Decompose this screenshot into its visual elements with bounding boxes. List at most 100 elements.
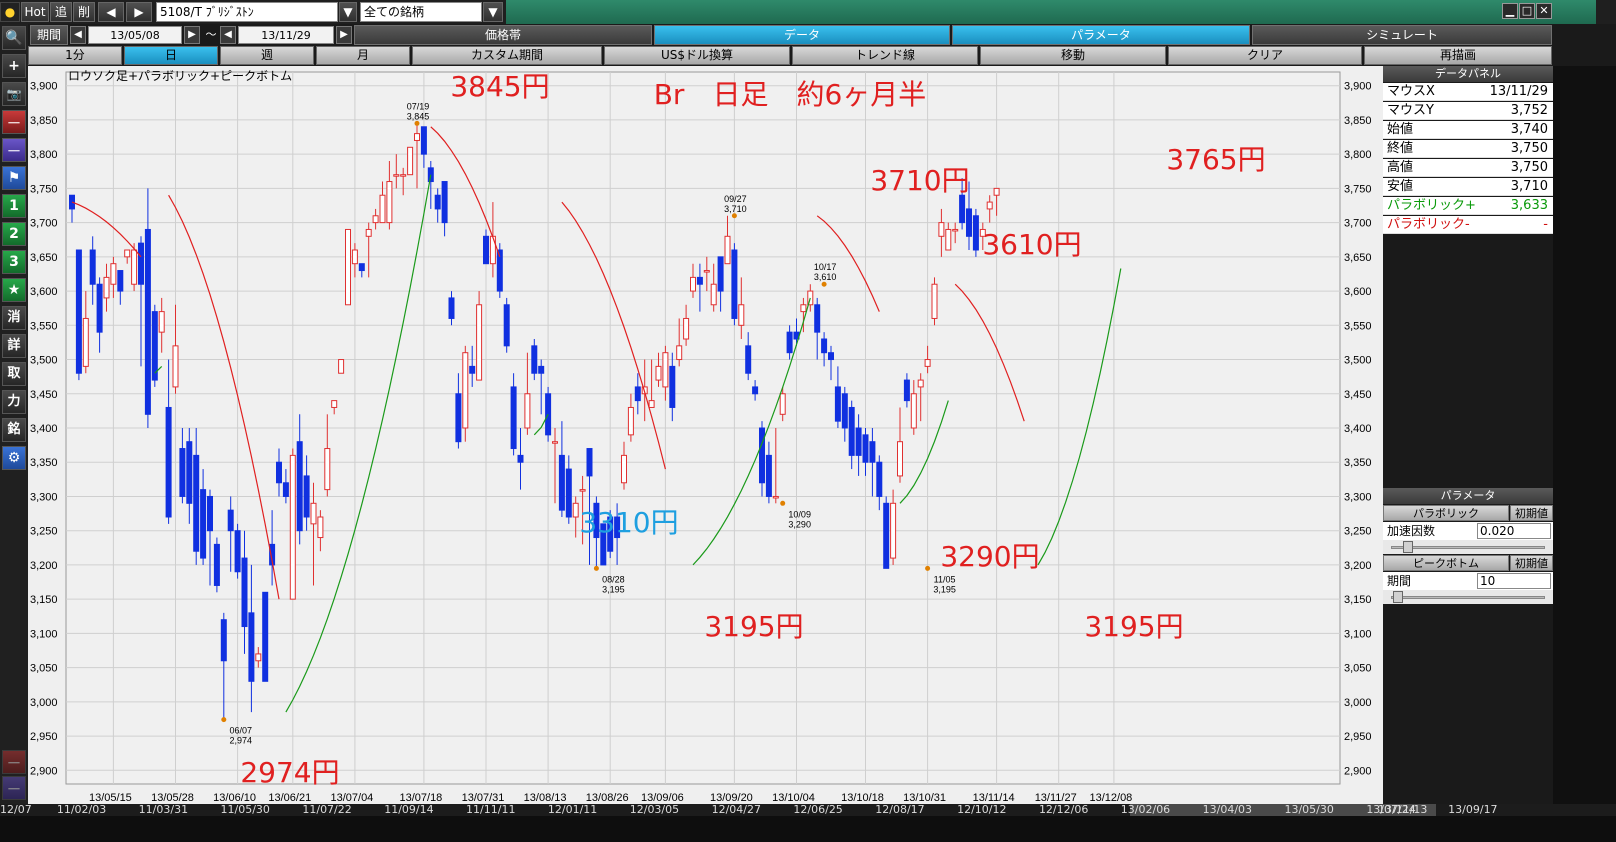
lightbulb-icon[interactable]: ● bbox=[0, 2, 20, 22]
date-to-next-icon[interactable]: ▶ bbox=[336, 26, 352, 44]
candle-body[interactable] bbox=[703, 270, 710, 273]
candle-body[interactable] bbox=[345, 228, 351, 306]
candle-body[interactable] bbox=[110, 263, 117, 285]
accel-slider[interactable] bbox=[1383, 540, 1553, 554]
layout-1-button[interactable]: 1 bbox=[2, 194, 26, 218]
close-icon[interactable]: ✕ bbox=[1536, 3, 1552, 19]
date-to-prev-icon[interactable]: ◀ bbox=[220, 26, 236, 44]
custom-period-button[interactable]: カスタム期間 bbox=[412, 46, 602, 65]
trendline-button[interactable]: トレンド線 bbox=[792, 46, 978, 65]
candle-body[interactable] bbox=[303, 475, 310, 518]
candle-body[interactable] bbox=[828, 352, 834, 361]
candle-body[interactable] bbox=[503, 304, 510, 347]
chart-line-icon[interactable]: ⏤ bbox=[2, 110, 26, 134]
candle-body[interactable] bbox=[124, 249, 131, 258]
candle-body[interactable] bbox=[524, 393, 531, 429]
candle-body[interactable] bbox=[117, 270, 124, 292]
candle-body[interactable] bbox=[317, 516, 324, 539]
candle-body[interactable] bbox=[897, 441, 903, 477]
candle-body[interactable] bbox=[558, 454, 565, 511]
hot-button[interactable]: Hot bbox=[21, 2, 49, 22]
input-button[interactable]: 力 bbox=[2, 390, 26, 414]
candle-body[interactable] bbox=[69, 194, 75, 210]
candle-body[interactable] bbox=[883, 502, 890, 569]
candle-body[interactable] bbox=[407, 146, 414, 176]
candle-body[interactable] bbox=[427, 167, 434, 183]
symbol-button[interactable]: 銘 bbox=[2, 418, 26, 442]
redraw-button[interactable]: 再描画 bbox=[1364, 46, 1552, 65]
chart-line-small-icon[interactable]: ⏤ bbox=[2, 750, 26, 774]
camera-icon[interactable]: 📷 bbox=[2, 82, 26, 106]
candle-body[interactable] bbox=[696, 276, 703, 285]
candle-body[interactable] bbox=[151, 311, 158, 381]
symbol-field[interactable]: 5108/T ﾌﾞﾘｼﾞｽﾄﾝ bbox=[156, 2, 338, 22]
candle-body[interactable] bbox=[510, 386, 517, 450]
candle-body[interactable] bbox=[517, 454, 524, 463]
layout-2-button[interactable]: 2 bbox=[2, 222, 26, 246]
chevron-down-icon[interactable]: ▼ bbox=[339, 2, 357, 22]
candle-body[interactable] bbox=[220, 619, 227, 662]
price-chart[interactable]: 2,900 2,900 2,950 2,950 3,000 3,000 3,050 3,050… bbox=[28, 66, 1383, 804]
next-symbol-button[interactable]: ▶ bbox=[126, 2, 152, 22]
accel-slider-thumb[interactable] bbox=[1403, 541, 1413, 553]
candle-body[interactable] bbox=[765, 454, 772, 497]
candle-body[interactable] bbox=[420, 126, 427, 155]
period-param-input[interactable]: 10 bbox=[1477, 573, 1551, 589]
candle-body[interactable] bbox=[365, 228, 372, 237]
candle-body[interactable] bbox=[158, 311, 165, 333]
candle-body[interactable] bbox=[800, 304, 807, 313]
candle-body[interactable] bbox=[552, 441, 558, 444]
candle-body[interactable] bbox=[400, 174, 407, 177]
candle-body[interactable] bbox=[289, 454, 296, 600]
candle-body[interactable] bbox=[276, 461, 282, 484]
candle-body[interactable] bbox=[752, 386, 759, 395]
candle-body[interactable] bbox=[966, 208, 972, 237]
candle-body[interactable] bbox=[241, 557, 248, 628]
move-button[interactable]: 移動 bbox=[980, 46, 1166, 65]
candle-body[interactable] bbox=[745, 345, 752, 374]
timeframe-month-button[interactable]: 月 bbox=[316, 46, 410, 65]
candle-body[interactable] bbox=[690, 276, 696, 292]
candle-body[interactable] bbox=[200, 489, 207, 559]
candle-body[interactable] bbox=[917, 379, 924, 388]
candle-body[interactable] bbox=[455, 393, 462, 443]
candle-body[interactable] bbox=[621, 454, 627, 484]
peak-bottom-reset-button[interactable]: 初期値 bbox=[1510, 555, 1553, 571]
candle-body[interactable] bbox=[993, 187, 1000, 196]
maximize-icon[interactable]: □ bbox=[1519, 3, 1535, 19]
candle-body[interactable] bbox=[207, 495, 213, 532]
candle-body[interactable] bbox=[731, 249, 738, 319]
candle-body[interactable] bbox=[262, 591, 269, 682]
candle-body[interactable] bbox=[634, 386, 641, 402]
candle-body[interactable] bbox=[386, 181, 393, 224]
candle-body[interactable] bbox=[296, 441, 303, 532]
delete-button[interactable]: 削 bbox=[73, 2, 95, 22]
chart-indicator-small-icon[interactable]: ⏤ bbox=[2, 776, 26, 800]
detail-button[interactable]: 詳 bbox=[2, 334, 26, 358]
candle-body[interactable] bbox=[483, 235, 489, 265]
bottom-navigator[interactable]: 12/07 11/02/03 11/03/31 11/05/30 11/07/22 11/… bbox=[0, 804, 1616, 842]
candle-body[interactable] bbox=[986, 201, 993, 210]
candle-body[interactable] bbox=[717, 256, 724, 292]
candle-body[interactable] bbox=[669, 365, 676, 408]
tab-simulate[interactable]: シミュレート bbox=[1252, 25, 1552, 45]
candle-body[interactable] bbox=[876, 461, 883, 497]
candle-body[interactable] bbox=[193, 454, 200, 552]
candle-body[interactable] bbox=[131, 249, 138, 285]
add-button[interactable]: 追 bbox=[50, 2, 72, 22]
candle-body[interactable] bbox=[96, 283, 103, 333]
timeframe-1min-button[interactable]: 1分 bbox=[28, 46, 122, 65]
candle-body[interactable] bbox=[779, 393, 786, 415]
timeframe-week-button[interactable]: 週 bbox=[220, 46, 314, 65]
candle-body[interactable] bbox=[959, 194, 966, 224]
candle-body[interactable] bbox=[338, 359, 345, 374]
candle-body[interactable] bbox=[476, 304, 483, 381]
candle-body[interactable] bbox=[358, 263, 365, 272]
candle-body[interactable] bbox=[82, 317, 89, 367]
candle-body[interactable] bbox=[862, 434, 869, 463]
tab-parameter[interactable]: パラメータ bbox=[952, 25, 1250, 45]
candle-body[interactable] bbox=[683, 317, 690, 340]
candle-body[interactable] bbox=[324, 448, 331, 491]
candle-body[interactable] bbox=[772, 495, 779, 499]
candle-body[interactable] bbox=[179, 448, 186, 497]
